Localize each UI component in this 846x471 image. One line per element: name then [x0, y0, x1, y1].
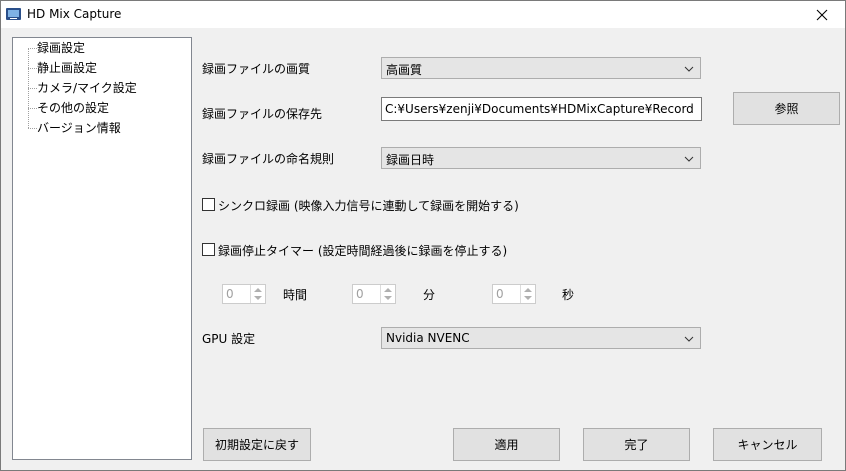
save-path-field[interactable] — [381, 97, 702, 121]
seconds-value: 0 — [496, 287, 504, 301]
chevron-down-icon — [684, 66, 694, 72]
sidebar-item-version[interactable]: バージョン情報 — [13, 119, 189, 137]
reset-defaults-button[interactable]: 初期設定に戻す — [203, 428, 311, 461]
minutes-value: 0 — [356, 287, 364, 301]
tree-branch — [28, 108, 37, 109]
settings-window: HD Mix Capture 録画設定 静止画設定 カメラ/マイク設定 その他の… — [0, 0, 846, 471]
quality-value: 高画質 — [386, 63, 423, 77]
gpu-label: GPU 設定 — [202, 332, 256, 346]
naming-select[interactable]: 録画日時 — [381, 147, 701, 169]
gpu-value: Nvidia NVENC — [386, 331, 470, 345]
close-icon — [816, 9, 828, 20]
sidebar-item-recording[interactable]: 録画設定 — [13, 39, 189, 57]
stop-timer-checkbox[interactable] — [202, 243, 215, 256]
sidebar-item-label: その他の設定 — [37, 101, 110, 115]
sync-recording-label: シンクロ録画 (映像入力信号に連動して録画を開始する) — [218, 199, 519, 213]
tree-branch — [28, 128, 37, 129]
sidebar-item-camera-mic[interactable]: カメラ/マイク設定 — [13, 79, 189, 97]
chevron-down-icon — [684, 156, 694, 162]
hours-spin-buttons[interactable] — [250, 285, 265, 303]
hours-value: 0 — [226, 287, 234, 301]
sidebar-item-still-image[interactable]: 静止画設定 — [13, 59, 189, 77]
seconds-spin-buttons[interactable] — [520, 285, 535, 303]
apply-button[interactable]: 適用 — [453, 428, 560, 461]
seconds-unit: 秒 — [562, 288, 575, 302]
tree-branch — [28, 88, 37, 89]
quality-label: 録画ファイルの画質 — [202, 62, 311, 76]
cancel-button[interactable]: キャンセル — [713, 428, 822, 461]
stop-timer-label: 録画停止タイマー (設定時間経過後に録画を停止する) — [218, 244, 508, 258]
sync-recording-checkbox[interactable] — [202, 198, 215, 211]
sidebar-item-label: 静止画設定 — [37, 61, 98, 75]
seconds-stepper[interactable]: 0 — [492, 284, 536, 304]
close-button[interactable] — [799, 1, 845, 28]
sidebar-item-label: カメラ/マイク設定 — [37, 81, 137, 95]
sidebar-item-label: 録画設定 — [37, 41, 86, 55]
app-icon — [6, 8, 21, 20]
spin-down-icon[interactable] — [524, 296, 532, 300]
spin-up-icon[interactable] — [384, 288, 392, 292]
sidebar-item-other[interactable]: その他の設定 — [13, 99, 189, 117]
tree-branch — [28, 48, 37, 49]
minutes-spin-buttons[interactable] — [380, 285, 395, 303]
sidebar-item-label: バージョン情報 — [37, 121, 121, 135]
save-path-label: 録画ファイルの保存先 — [202, 107, 323, 121]
quality-select[interactable]: 高画質 — [381, 57, 701, 79]
done-button[interactable]: 完了 — [583, 428, 690, 461]
spin-down-icon[interactable] — [254, 296, 262, 300]
spin-up-icon[interactable] — [254, 288, 262, 292]
window-title: HD Mix Capture — [27, 7, 122, 21]
title-bar: HD Mix Capture — [1, 1, 845, 28]
browse-button[interactable]: 参照 — [733, 92, 840, 125]
chevron-down-icon — [684, 336, 694, 342]
hours-stepper[interactable]: 0 — [222, 284, 266, 304]
spin-down-icon[interactable] — [384, 296, 392, 300]
save-path-input[interactable] — [382, 98, 701, 120]
spin-up-icon[interactable] — [524, 288, 532, 292]
naming-value: 録画日時 — [386, 153, 435, 167]
settings-tree: 録画設定 静止画設定 カメラ/マイク設定 その他の設定 バージョン情報 — [12, 37, 192, 460]
naming-label: 録画ファイルの命名規則 — [202, 152, 335, 166]
minutes-unit: 分 — [423, 288, 436, 302]
tree-branch — [28, 68, 37, 69]
minutes-stepper[interactable]: 0 — [352, 284, 396, 304]
gpu-select[interactable]: Nvidia NVENC — [381, 327, 701, 349]
hours-unit: 時間 — [283, 288, 308, 302]
